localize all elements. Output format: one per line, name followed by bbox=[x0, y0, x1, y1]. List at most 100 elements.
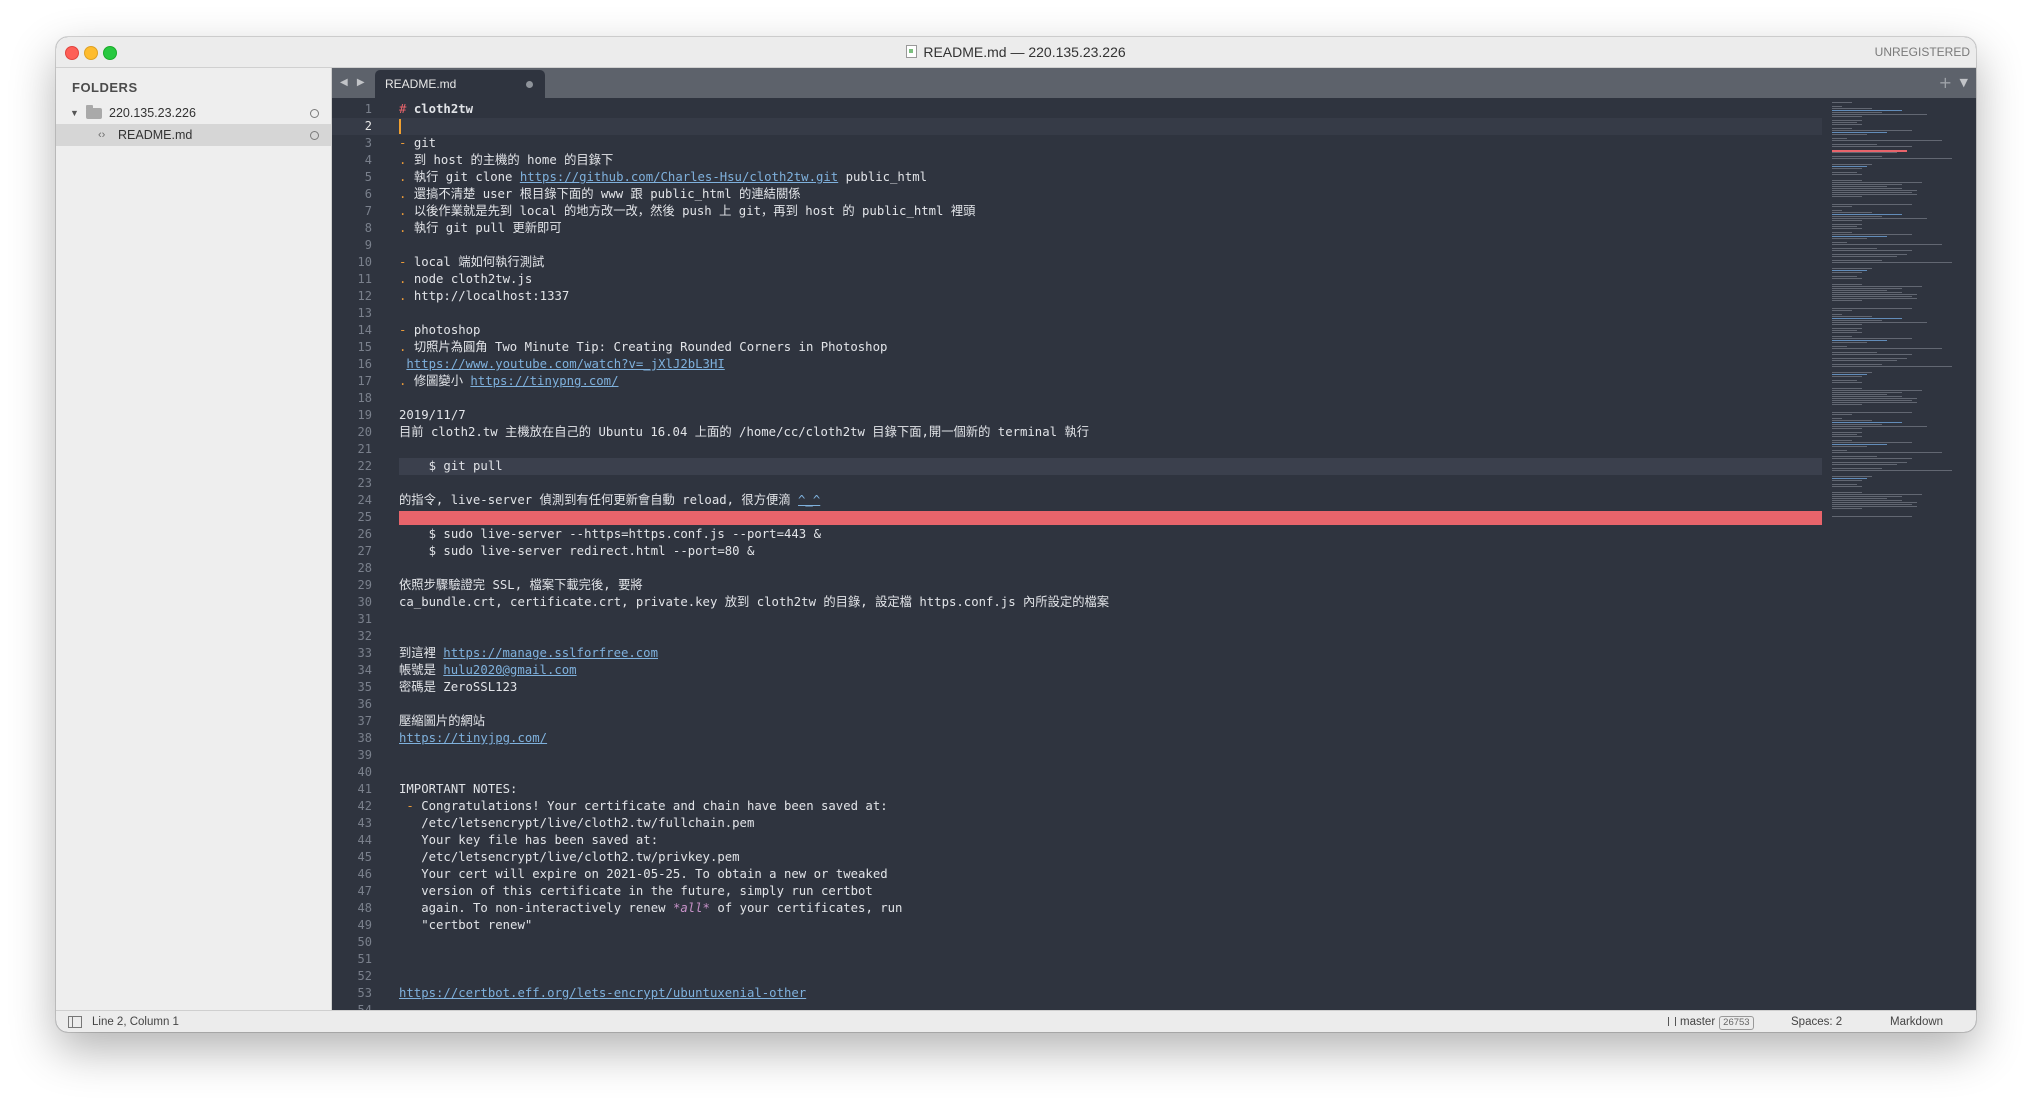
tab-menu-icon[interactable]: ▼ bbox=[1960, 68, 1968, 98]
minimap-line bbox=[1832, 478, 1867, 479]
code-line: 1 # cloth2tw bbox=[332, 101, 1822, 118]
code-line: 27 $ sudo live-server redirect.html --po… bbox=[357, 544, 755, 558]
minimap-line bbox=[1832, 380, 1857, 381]
sidebar-file-item[interactable]: ‹› README.md bbox=[56, 124, 331, 146]
tab-label: README.md bbox=[385, 77, 457, 91]
code-line: 3- git bbox=[364, 136, 437, 150]
code-line: 42 - Congratulations! Your certificate a… bbox=[357, 799, 888, 813]
code-line: 18 bbox=[357, 391, 372, 405]
code-line: 47 version of this certificate in the fu… bbox=[357, 884, 873, 898]
minimap-line bbox=[1832, 286, 1922, 287]
youtube-link[interactable]: https://www.youtube.com/watch?v=_jXlJ2bL… bbox=[406, 357, 724, 371]
minimap-line bbox=[1832, 122, 1857, 123]
minimap-line bbox=[1832, 468, 1882, 469]
minimap-line bbox=[1832, 188, 1902, 189]
document-icon bbox=[906, 45, 918, 58]
tab-readme[interactable]: README.md bbox=[375, 70, 545, 98]
minimap[interactable] bbox=[1826, 98, 1976, 1010]
minimap-line bbox=[1832, 396, 1902, 397]
minimap-line bbox=[1832, 444, 1887, 445]
minimap-line bbox=[1832, 220, 1862, 221]
tinyjpg-link[interactable]: https://tinyjpg.com/ bbox=[399, 731, 547, 745]
minimap-line bbox=[1832, 480, 1862, 481]
minimap-line bbox=[1832, 496, 1902, 497]
code-line: 12. http://localhost:1337 bbox=[357, 289, 570, 303]
minimap-line bbox=[1832, 412, 1912, 413]
github-link[interactable]: https://github.com/Charles-Hsu/cloth2tw.… bbox=[520, 170, 838, 184]
minimap-line bbox=[1832, 144, 1877, 145]
toggle-sidebar-icon[interactable] bbox=[68, 1016, 82, 1028]
disclosure-triangle-icon[interactable]: ▼ bbox=[70, 102, 79, 124]
line-number: 2 bbox=[364, 119, 372, 133]
minimap-line bbox=[1832, 184, 1902, 185]
folder-status-icon bbox=[310, 109, 319, 118]
minimap-line bbox=[1832, 224, 1862, 225]
code-line: 43 /etc/letsencrypt/live/cloth2.tw/fullc… bbox=[357, 816, 755, 830]
indentation-setting[interactable]: Spaces: 2 bbox=[1791, 1011, 1842, 1032]
sslforfree-link[interactable]: https://manage.sslforfree.com bbox=[443, 646, 658, 660]
tab-nav-arrows-icon[interactable]: ◀ ▶ bbox=[340, 68, 368, 98]
minimap-line bbox=[1832, 226, 1857, 227]
code-line: 7. 以後作業就是先到 local 的地方改一改，然後 push 上 git，再… bbox=[364, 204, 976, 218]
minimap-line bbox=[1832, 174, 1862, 175]
minimap-line bbox=[1832, 166, 1867, 167]
code-line: 4. 到 host 的主機的 home 的目錄下 bbox=[364, 153, 614, 167]
email-link[interactable]: hulu2020@gmail.com bbox=[443, 663, 576, 677]
minimap-line bbox=[1832, 330, 1857, 331]
code-line: 54 bbox=[357, 1003, 372, 1010]
git-branch[interactable]: master 26753 bbox=[1668, 1011, 1754, 1032]
code-line: 14- photoshop bbox=[357, 323, 481, 337]
minimap-line bbox=[1832, 270, 1867, 271]
minimap-line bbox=[1832, 214, 1902, 215]
minimap-line bbox=[1832, 294, 1917, 295]
code-line: 41 IMPORTANT NOTES: bbox=[357, 782, 518, 796]
minimap-line bbox=[1832, 364, 1882, 365]
certbot-link[interactable]: https://certbot.eff.org/lets-encrypt/ubu… bbox=[399, 986, 806, 1000]
code-line: 21 bbox=[357, 442, 372, 456]
minimap-line bbox=[1832, 494, 1922, 495]
minimap-line bbox=[1832, 292, 1902, 293]
sidebar-folder-item[interactable]: ▼ 220.135.23.226 bbox=[56, 102, 331, 124]
code-line: 13 bbox=[357, 306, 372, 320]
minimap-line bbox=[1832, 404, 1862, 405]
minimap-line bbox=[1832, 352, 1877, 353]
minimap-line bbox=[1832, 316, 1872, 317]
minimap-line bbox=[1832, 434, 1857, 435]
minimap-line bbox=[1832, 464, 1897, 465]
tinypng-link[interactable]: https://tinypng.com/ bbox=[470, 374, 618, 388]
minimap-line bbox=[1832, 418, 1842, 419]
code-line-error-highlight: 25 bbox=[332, 509, 1822, 526]
minimap-line bbox=[1832, 268, 1872, 269]
syntax-selector[interactable]: Markdown bbox=[1890, 1011, 1943, 1032]
code-file-icon: ‹› bbox=[98, 129, 106, 141]
code-area[interactable]: 1 # cloth2tw 2 3- git 4. 到 host 的主機的 home… bbox=[332, 101, 1822, 1010]
minimap-line bbox=[1832, 290, 1887, 291]
minimap-line bbox=[1832, 210, 1842, 211]
minimap-line bbox=[1832, 192, 1912, 193]
minimap-line bbox=[1832, 152, 1897, 153]
code-line: 23 bbox=[357, 476, 372, 490]
minimap-line bbox=[1832, 428, 1862, 429]
unsaved-dot-icon[interactable] bbox=[526, 81, 533, 88]
minimap-line bbox=[1832, 492, 1862, 493]
minimap-line bbox=[1832, 400, 1912, 401]
code-line: 34 帳號是 hulu2020@gmail.com bbox=[357, 663, 577, 677]
minimap-line bbox=[1832, 340, 1887, 341]
minimap-line bbox=[1832, 114, 1927, 115]
minimap-line bbox=[1832, 158, 1952, 159]
error-highlight-bar bbox=[399, 511, 1822, 525]
minimap-line bbox=[1832, 234, 1912, 235]
minimap-line bbox=[1832, 422, 1902, 423]
code-line: 17. 修圖變小 https://tinypng.com/ bbox=[357, 374, 619, 388]
code-line: 20 目前 cloth2.tw 主機放在自己的 Ubuntu 16.04 上面的 … bbox=[357, 425, 1090, 439]
code-line: 19 2019/11/7 bbox=[357, 408, 466, 422]
minimap-line bbox=[1832, 424, 1882, 425]
minimap-line bbox=[1832, 120, 1862, 121]
minimap-line bbox=[1832, 272, 1862, 273]
new-tab-icon[interactable]: + bbox=[1939, 68, 1952, 98]
minimap-line bbox=[1832, 360, 1897, 361]
code-line: 37 壓縮圖片的網站 bbox=[357, 714, 486, 728]
code-line: 40 bbox=[357, 765, 372, 779]
folder-icon bbox=[86, 105, 102, 119]
code-line: 33 到這裡 https://manage.sslforfree.com bbox=[357, 646, 658, 660]
